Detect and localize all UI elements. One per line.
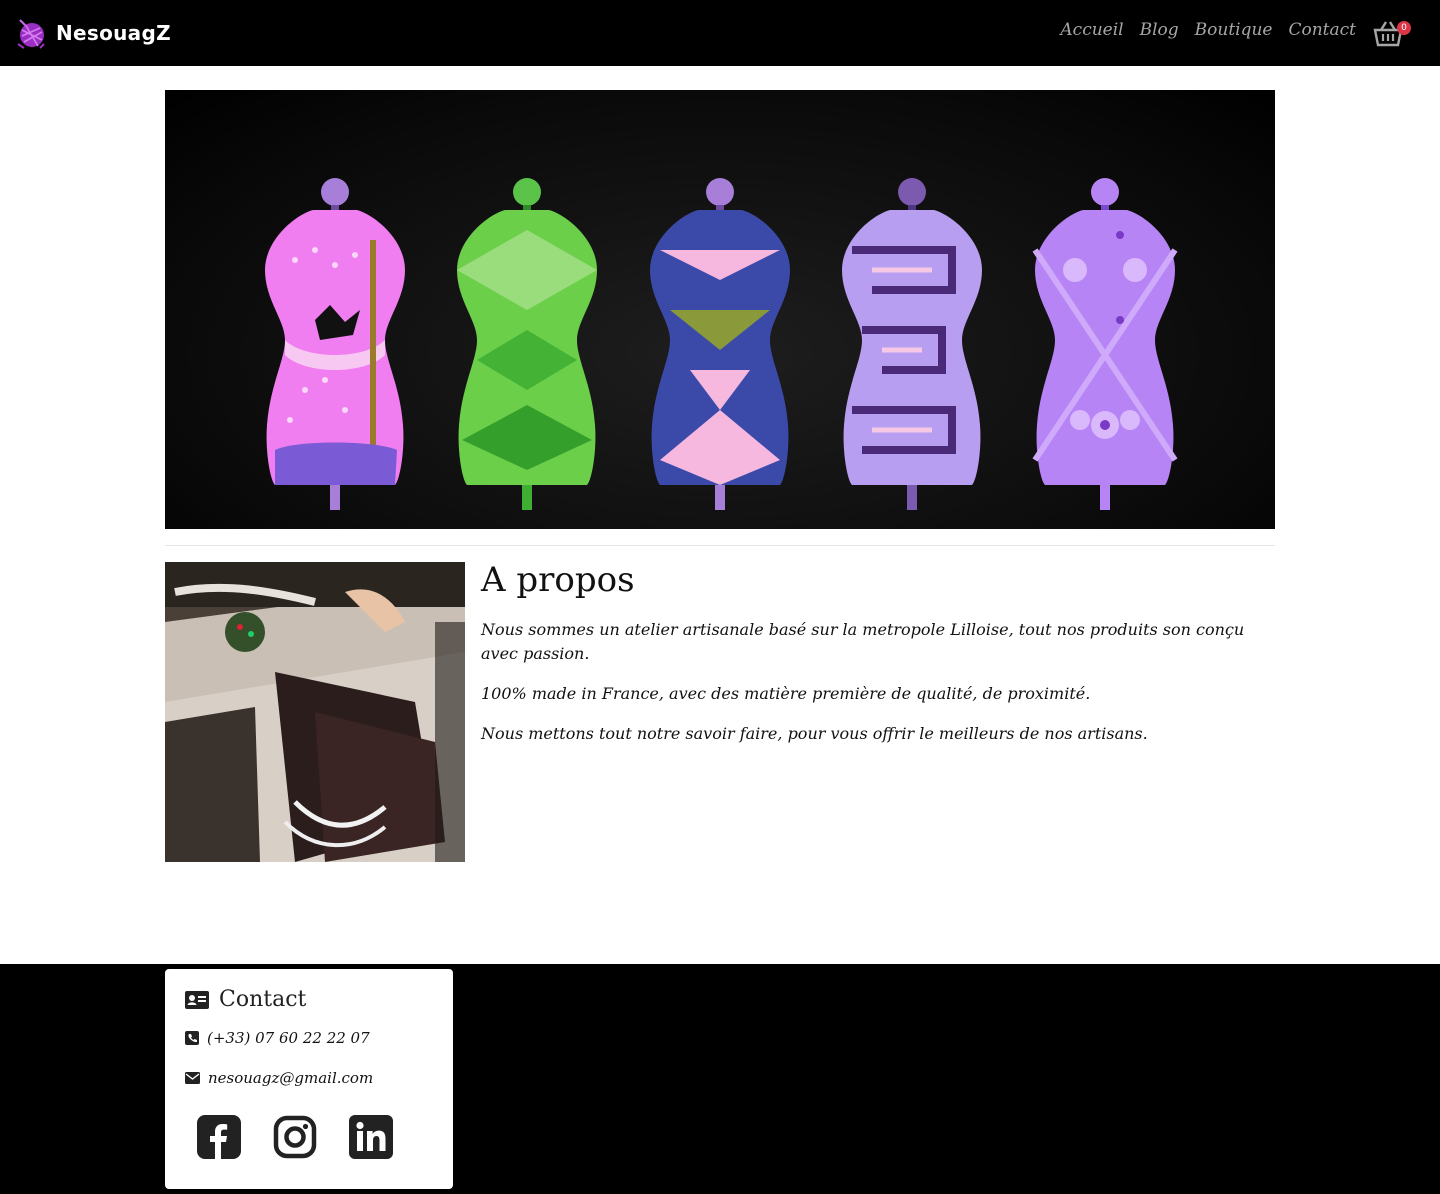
- social-links: [197, 1115, 393, 1159]
- navbar: NesouagZ Accueil Blog Boutique Contact 0: [0, 0, 1440, 66]
- mannequin-green: [457, 178, 597, 510]
- about-paragraph: Nous mettons tout notre savoir faire, po…: [481, 724, 1148, 743]
- linkedin-icon[interactable]: [349, 1115, 393, 1159]
- about-paragraph: 100% made in France, avec des matière pr…: [481, 684, 1091, 703]
- nav-link-blog[interactable]: Blog: [1140, 20, 1179, 40]
- instagram-icon[interactable]: [273, 1115, 317, 1159]
- nav-links: Accueil Blog Boutique Contact: [1060, 20, 1356, 40]
- brand-name: NesouagZ: [56, 21, 171, 45]
- yarn-ball-icon: [17, 19, 45, 49]
- brand-link[interactable]: NesouagZ: [14, 14, 171, 52]
- about-paragraph: Nous sommes un atelier artisanale basé s…: [481, 620, 1245, 663]
- atelier-photo: [165, 562, 465, 862]
- email-address[interactable]: nesouagz@gmail.com: [208, 1069, 373, 1087]
- email-row: nesouagz@gmail.com: [185, 1069, 373, 1087]
- envelope-icon: [185, 1072, 200, 1084]
- hero-banner: [165, 90, 1275, 529]
- contact-card: Contact (+33) 07 60 22 22 07 nesouagz@gm…: [165, 969, 453, 1189]
- mannequins-banner: [265, 178, 1178, 510]
- phone-icon: [185, 1031, 199, 1045]
- about-text: Nous sommes un atelier artisanale basé s…: [481, 618, 1281, 762]
- nav-link-contact[interactable]: Contact: [1288, 20, 1356, 40]
- mannequin-lavender: [842, 178, 982, 510]
- about-title: A propos: [481, 560, 635, 600]
- mannequin-pink: [265, 178, 405, 510]
- phone-row: (+33) 07 60 22 22 07: [185, 1029, 370, 1047]
- contact-title: Contact: [219, 987, 307, 1012]
- mannequin-violet: [1032, 178, 1178, 510]
- address-card-icon: [185, 990, 209, 1009]
- mannequin-blue: [650, 178, 790, 510]
- phone-number[interactable]: (+33) 07 60 22 22 07: [207, 1029, 370, 1047]
- facebook-icon[interactable]: [197, 1115, 241, 1159]
- section-divider: [165, 545, 1275, 546]
- nav-link-accueil[interactable]: Accueil: [1060, 20, 1123, 40]
- contact-heading: Contact: [185, 987, 306, 1012]
- cart-count-badge: 0: [1397, 21, 1411, 35]
- nav-link-boutique[interactable]: Boutique: [1195, 20, 1273, 40]
